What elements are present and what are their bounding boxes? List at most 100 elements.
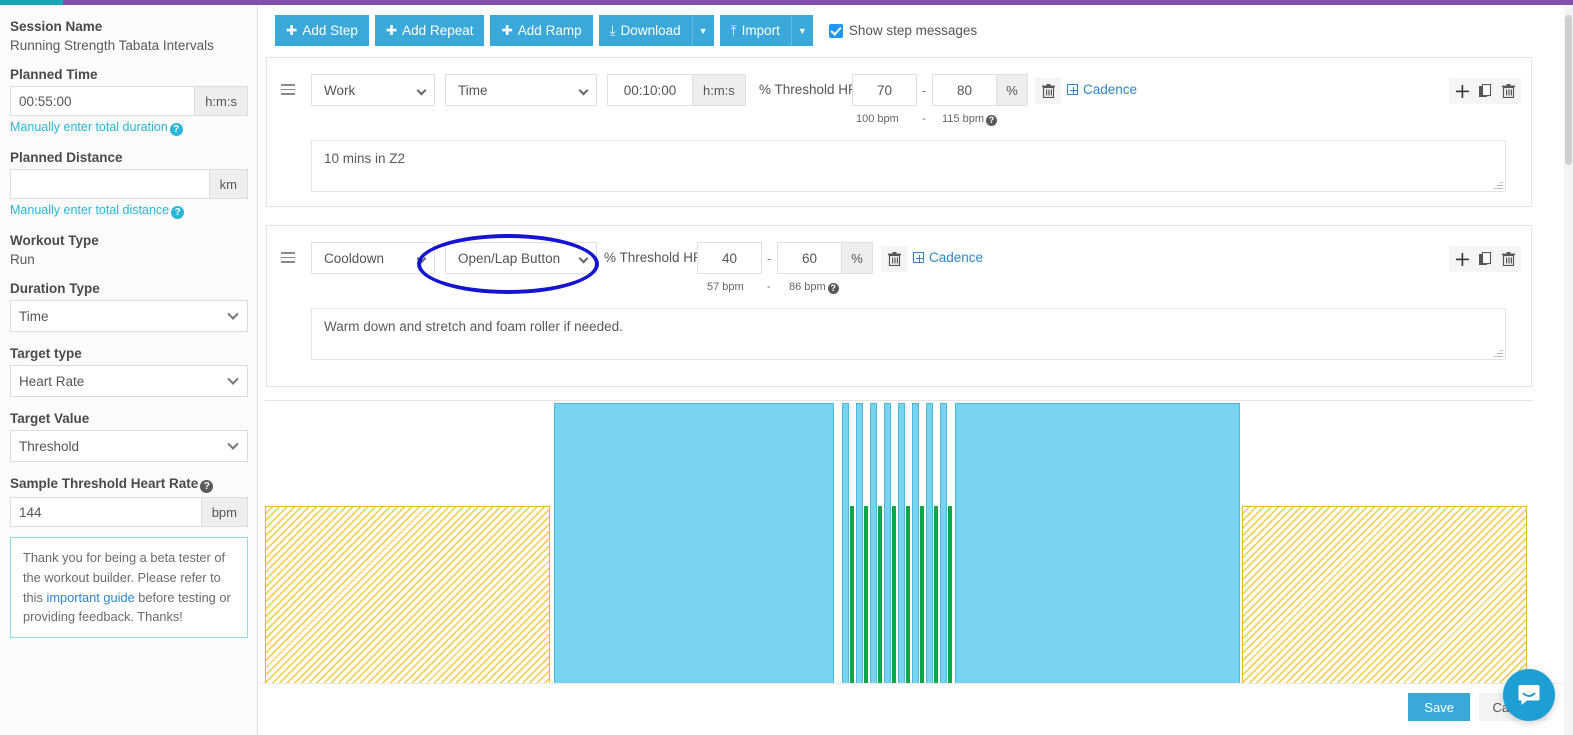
add-step-button[interactable]: ✚ Add Step bbox=[275, 15, 369, 46]
chart-bar-work[interactable] bbox=[940, 403, 947, 688]
dialog-footer: Save Cancel bbox=[259, 683, 1573, 735]
show-step-messages-toggle[interactable]: Show step messages bbox=[828, 23, 977, 38]
step-type-select-step-1[interactable]: Cooldown bbox=[311, 242, 435, 274]
sample-threshold-hr-label-text: Sample Threshold Heart Rate bbox=[10, 476, 199, 491]
download-dropdown-toggle[interactable]: ▼ bbox=[691, 15, 714, 46]
help-icon[interactable]: ? bbox=[171, 206, 185, 219]
target-low-input-step-0[interactable]: 70 bbox=[852, 74, 917, 106]
download-icon: ⤓ bbox=[609, 22, 616, 38]
session-name-value: Running Strength Tabata Intervals bbox=[10, 38, 214, 53]
trash-icon bbox=[1041, 84, 1055, 98]
plus-icon: ✚ bbox=[501, 22, 513, 38]
duration-mode-selected: Time bbox=[458, 82, 488, 98]
range-dash-bpm: - bbox=[767, 281, 771, 293]
chart-bar-rest[interactable] bbox=[850, 506, 854, 688]
drag-handle-icon[interactable] bbox=[281, 252, 295, 263]
download-label: Download bbox=[620, 23, 681, 38]
page-scrollbar-thumb[interactable] bbox=[1565, 15, 1572, 165]
duration-input-group-step-0: 00:10:00 h:m:s bbox=[607, 74, 746, 106]
import-dropdown-toggle[interactable]: ▼ bbox=[790, 15, 813, 46]
checkbox-checked-icon[interactable] bbox=[828, 23, 843, 38]
chart-bar-work[interactable] bbox=[898, 403, 905, 688]
planned-time-input[interactable] bbox=[10, 86, 195, 116]
target-low-input-step-1[interactable]: 40 bbox=[697, 242, 762, 274]
workout-step-card: Work Time 00:10:00 h:m:s % Threshold HR … bbox=[266, 57, 1532, 207]
copy-icon bbox=[1478, 84, 1491, 97]
chart-bar-work[interactable] bbox=[554, 403, 834, 688]
chart-bar-rest[interactable] bbox=[878, 506, 882, 688]
add-repeat-button[interactable]: ✚ Add Repeat bbox=[374, 15, 485, 46]
target-type-label: Target type bbox=[10, 346, 82, 361]
chart-bar-rest[interactable] bbox=[934, 506, 938, 688]
plus-square-icon bbox=[913, 252, 924, 263]
add-ramp-button[interactable]: ✚ Add Ramp bbox=[490, 15, 593, 46]
chart-bar-work[interactable] bbox=[856, 403, 863, 688]
range-dash: - bbox=[922, 83, 927, 98]
duration-type-select[interactable]: Time bbox=[10, 300, 248, 332]
chevron-down-icon bbox=[578, 85, 589, 96]
target-value-select[interactable]: Threshold bbox=[10, 430, 248, 462]
chart-bar-work[interactable] bbox=[926, 403, 933, 688]
target-value-selected: Threshold bbox=[19, 438, 80, 454]
sample-threshold-hr-input[interactable] bbox=[10, 497, 201, 527]
step-message-textarea-step-1[interactable]: Warm down and stretch and foam roller if… bbox=[311, 308, 1506, 360]
chart-bar-work[interactable] bbox=[842, 403, 849, 688]
target-high-input-step-0[interactable]: 80 bbox=[932, 74, 997, 106]
duration-mode-select-step-0[interactable]: Time bbox=[445, 74, 597, 106]
import-button[interactable]: ⤒ Import bbox=[719, 15, 791, 46]
target-type-select[interactable]: Heart Rate bbox=[10, 365, 248, 397]
planned-time-unit: h:m:s bbox=[194, 86, 248, 116]
cadence-label: Cadence bbox=[1083, 82, 1138, 97]
chart-bar-rest[interactable] bbox=[864, 506, 868, 688]
workout-profile-chart[interactable] bbox=[265, 400, 1533, 688]
chart-bar-rest[interactable] bbox=[892, 506, 896, 688]
delete-target-button-step-0[interactable] bbox=[1035, 78, 1061, 104]
chevron-down-icon bbox=[227, 373, 239, 385]
chart-bar-work[interactable] bbox=[955, 403, 1240, 688]
important-guide-link[interactable]: important guide bbox=[46, 590, 134, 605]
help-icon[interactable]: ? bbox=[986, 115, 997, 126]
step-type-selected: Cooldown bbox=[324, 250, 385, 266]
step-message-textarea-step-0[interactable]: 10 mins in Z2 bbox=[311, 140, 1506, 192]
add-cadence-link-step-1[interactable]: Cadence bbox=[913, 250, 983, 265]
target-high-bpm-text: 86 bpm bbox=[789, 281, 826, 293]
duration-mode-selected: Open/Lap Button bbox=[458, 250, 561, 266]
resize-handle-icon[interactable] bbox=[1494, 348, 1503, 357]
delete-target-button-step-1[interactable] bbox=[881, 246, 907, 272]
manual-duration-link[interactable]: Manually enter total duration? bbox=[10, 120, 247, 136]
target-unit-step-1: % bbox=[841, 242, 873, 274]
chart-bar-rest[interactable] bbox=[948, 506, 952, 688]
duration-value-input-step-0[interactable]: 00:10:00 bbox=[607, 74, 692, 106]
resize-handle-icon[interactable] bbox=[1494, 180, 1503, 189]
drag-handle-icon[interactable] bbox=[281, 84, 295, 95]
chart-bar-work[interactable] bbox=[884, 403, 891, 688]
chart-bar-work[interactable] bbox=[912, 403, 919, 688]
save-button[interactable]: Save bbox=[1408, 693, 1470, 721]
builder-toolbar: ✚ Add Step ✚ Add Repeat ✚ Add Ramp ⤓ Dow… bbox=[275, 15, 977, 46]
chart-bar-rest[interactable] bbox=[920, 506, 924, 688]
chat-bubble-smile-icon bbox=[1518, 685, 1540, 705]
chart-bar-work[interactable] bbox=[870, 403, 877, 688]
duration-mode-select-step-1[interactable]: Open/Lap Button bbox=[445, 242, 597, 274]
help-icon[interactable]: ? bbox=[827, 283, 839, 294]
manual-distance-link[interactable]: Manually enter total distance? bbox=[10, 203, 247, 219]
add-cadence-link-step-0[interactable]: Cadence bbox=[1067, 82, 1137, 97]
step-type-select-step-0[interactable]: Work bbox=[311, 74, 435, 106]
delete-step-button-step-0[interactable] bbox=[1495, 78, 1521, 104]
delete-step-button-step-1[interactable] bbox=[1495, 246, 1521, 272]
planned-time-group: h:m:s bbox=[10, 86, 248, 116]
target-high-input-step-1[interactable]: 60 bbox=[777, 242, 842, 274]
intercom-chat-launcher[interactable] bbox=[1503, 669, 1555, 721]
download-split-button: ⤓ Download ▼ bbox=[598, 15, 714, 46]
page-scrollbar-track[interactable] bbox=[1564, 5, 1573, 735]
sample-threshold-hr-unit: bpm bbox=[200, 497, 248, 527]
planned-distance-input[interactable] bbox=[10, 169, 209, 199]
chart-bar-rest[interactable] bbox=[906, 506, 910, 688]
import-label: Import bbox=[741, 23, 780, 38]
add-step-label: Add Step bbox=[302, 23, 358, 38]
help-icon[interactable]: ? bbox=[169, 123, 183, 136]
chart-bar-warm[interactable] bbox=[265, 506, 550, 688]
help-icon[interactable]: ? bbox=[200, 480, 214, 493]
chart-bar-warm[interactable] bbox=[1242, 506, 1527, 688]
download-button[interactable]: ⤓ Download bbox=[598, 15, 692, 46]
